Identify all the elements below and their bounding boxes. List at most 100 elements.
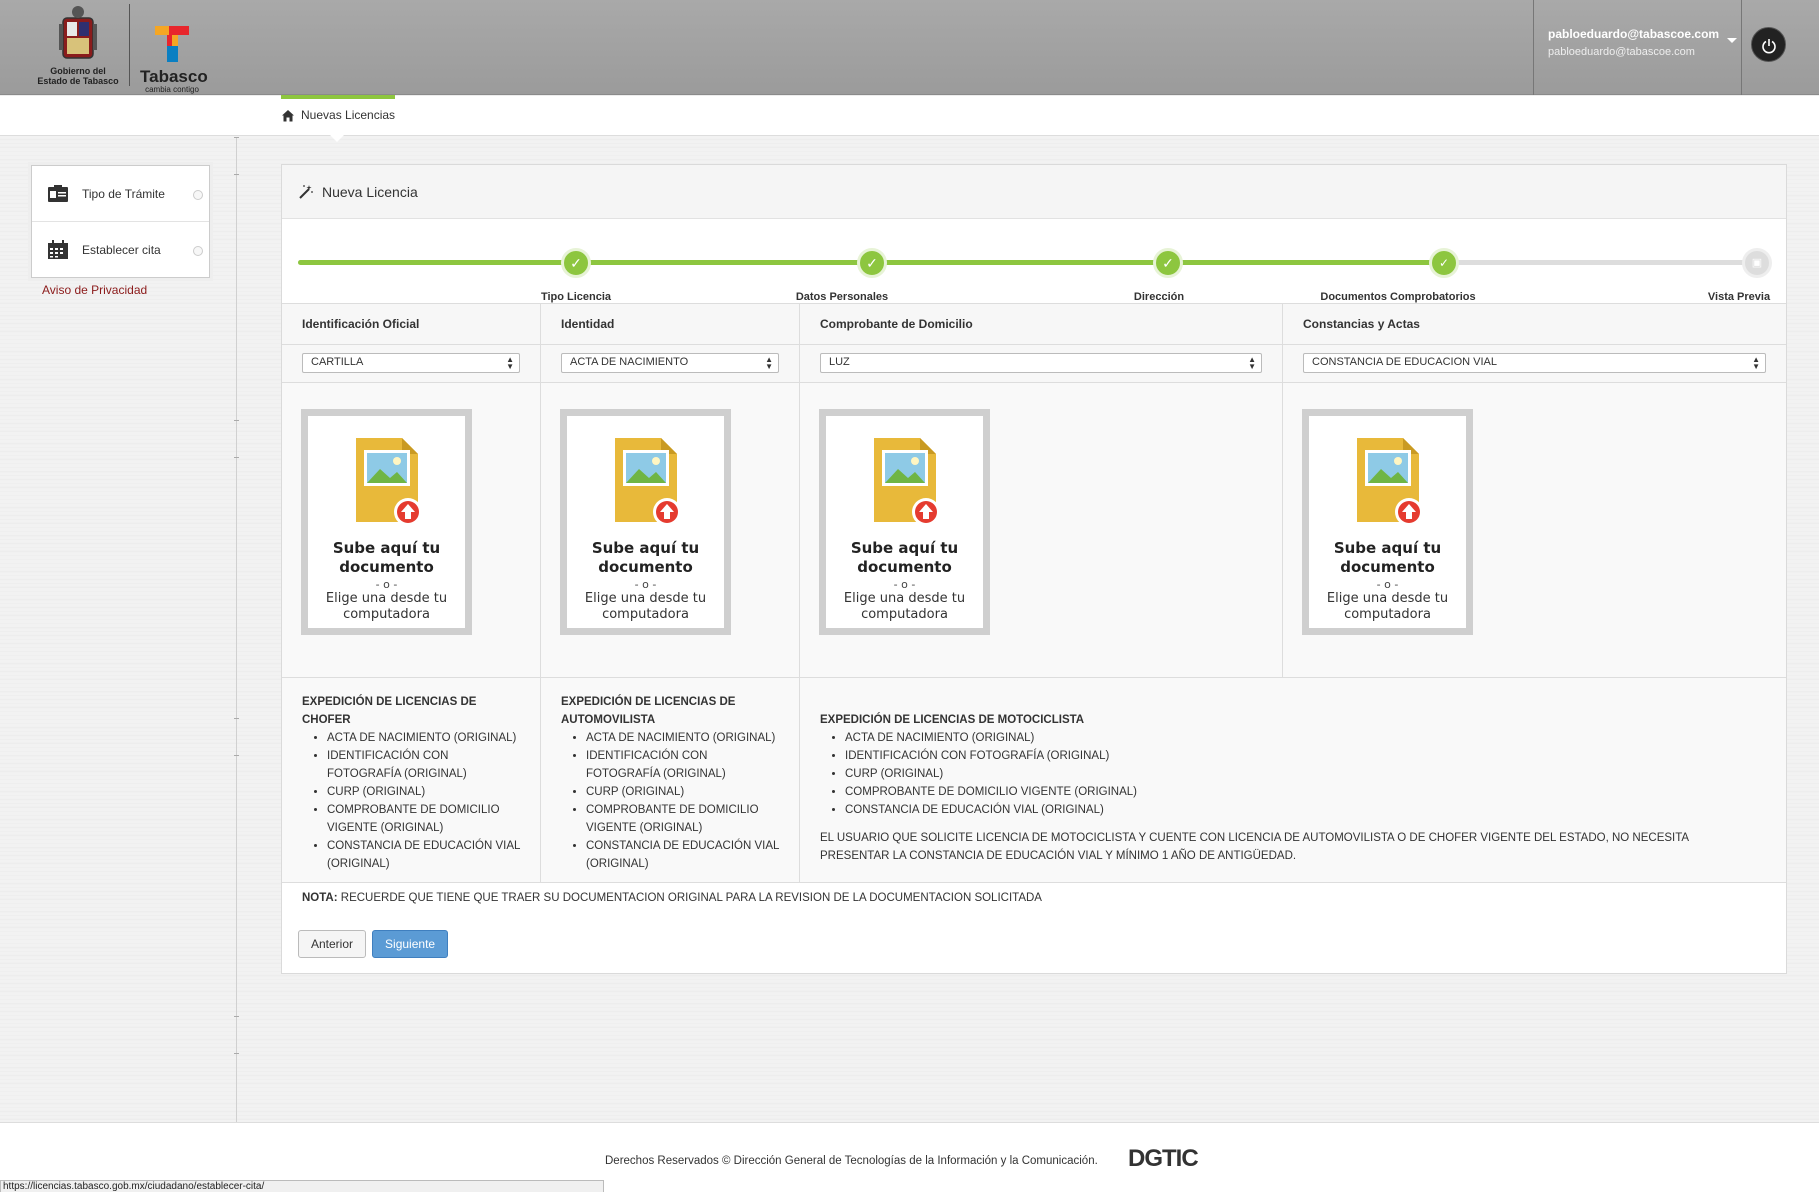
step-done-icon[interactable]: ✓ xyxy=(561,248,591,278)
step-label[interactable]: Documentos Comprobatorios xyxy=(1320,291,1475,303)
image-upload-icon xyxy=(355,438,422,526)
upload-or: - o - xyxy=(634,578,657,591)
list-item: COMPROBANTE DE DOMICILIO VIGENTE (ORIGIN… xyxy=(845,783,1766,801)
upload-dropzone[interactable]: Sube aquí tu documento - o - Elige una d… xyxy=(819,409,990,635)
select-arrows-icon: ▲ ▼ xyxy=(1248,355,1256,371)
logo-divider xyxy=(129,4,130,86)
requirements-title: EXPEDICIÓN DE LICENCIAS DE AUTOMOVILISTA xyxy=(561,696,736,726)
panel-title: Nueva Licencia xyxy=(322,183,418,200)
step-label[interactable]: Datos Personales xyxy=(796,291,888,303)
upload-dropzone[interactable]: Sube aquí tu documento - o - Elige una d… xyxy=(1302,409,1473,635)
previous-button[interactable]: Anterior xyxy=(298,930,367,958)
sidebar-menu: Tipo de Trámite Establecer cita xyxy=(31,165,210,278)
power-off-button[interactable] xyxy=(1751,27,1786,62)
id-card-icon xyxy=(48,184,68,202)
dgtic-logo: DGTIC xyxy=(1128,1145,1199,1172)
identificacion-select[interactable]: CARTILLA ▲ ▼ xyxy=(302,353,520,373)
sidebar-item-establecer-cita[interactable]: Establecer cita xyxy=(32,222,209,278)
select-cell: LUZ ▲ ▼ xyxy=(800,345,1283,382)
requirements-automovilista: EXPEDICIÓN DE LICENCIAS DE AUTOMOVILISTA… xyxy=(541,678,800,882)
upload-title: Sube aquí tu documento xyxy=(332,539,441,576)
top-header: Gobierno del Estado de Tabasco Tabasco c… xyxy=(0,0,1819,95)
list-item: CONSTANCIA DE EDUCACIÓN VIAL (ORIGINAL) xyxy=(845,801,1766,819)
select-cell: CONSTANCIA DE EDUCACION VIAL ▲ ▼ xyxy=(1283,345,1786,382)
select-value: ACTA DE NACIMIENTO xyxy=(570,356,689,368)
requirements-title: EXPEDICIÓN DE LICENCIAS DE MOTOCICLISTA xyxy=(820,714,1085,726)
column-header: Constancias y Actas xyxy=(1283,304,1786,344)
privacy-notice-link[interactable]: Aviso de Privacidad xyxy=(42,283,147,297)
list-item: CONSTANCIA DE EDUCACIÓN VIAL (ORIGINAL) xyxy=(586,837,779,873)
list-item: ACTA DE NACIMIENTO (ORIGINAL) xyxy=(327,729,520,747)
nota-row: NOTA: RECUERDE QUE TIENE QUE TRAER SU DO… xyxy=(282,883,1786,917)
step-done-icon[interactable]: ✓ xyxy=(1153,248,1183,278)
wizard-steps: ✓ Tipo Licencia ✓ Datos Personales ✓ Dir… xyxy=(298,248,1772,303)
panel-header: Nueva Licencia xyxy=(282,165,1786,219)
upload-cell: Sube aquí tu documento - o - Elige una d… xyxy=(282,383,541,677)
step-pending-icon[interactable]: ▣ xyxy=(1742,248,1772,278)
list-item: CURP (ORIGINAL) xyxy=(586,783,779,801)
list-item: IDENTIFICACIÓN CON FOTOGRAFÍA (ORIGINAL) xyxy=(327,747,520,783)
coat-of-arms-icon xyxy=(59,6,97,59)
column-header: Comprobante de Domicilio xyxy=(800,304,1283,344)
upload-subtitle: Elige una desde tu computadora xyxy=(1326,591,1449,622)
list-item: ACTA DE NACIMIENTO (ORIGINAL) xyxy=(586,729,779,747)
requirements-chofer: EXPEDICIÓN DE LICENCIAS DE CHOFER ACTA D… xyxy=(282,678,541,882)
footer-copyright: Derechos Reservados © Dirección General … xyxy=(605,1155,1098,1167)
list-item: COMPROBANTE DE DOMICILIO VIGENTE (ORIGIN… xyxy=(586,801,779,837)
step-indicator-icon xyxy=(193,190,203,200)
wizard-buttons: Anterior Siguiente xyxy=(298,930,449,958)
gov-logo-line2: Estado de Tabasco xyxy=(37,76,119,86)
table-header-row: Identificación Oficial Identidad Comprob… xyxy=(282,304,1786,345)
image-upload-icon xyxy=(873,438,940,526)
step-label[interactable]: Dirección xyxy=(1134,291,1184,303)
upload-dropzone[interactable]: Sube aquí tu documento - o - Elige una d… xyxy=(560,409,731,635)
identidad-select[interactable]: ACTA DE NACIMIENTO ▲ ▼ xyxy=(561,353,779,373)
user-email-secondary: pabloeduardo@tabascoe.com xyxy=(1548,46,1695,58)
column-header: Identidad xyxy=(541,304,800,344)
select-cell: ACTA DE NACIMIENTO ▲ ▼ xyxy=(541,345,800,382)
documents-table: Identificación Oficial Identidad Comprob… xyxy=(282,303,1786,917)
select-arrows-icon: ▲ ▼ xyxy=(765,355,773,371)
list-item: COMPROBANTE DE DOMICILIO VIGENTE (ORIGIN… xyxy=(327,801,520,837)
select-arrows-icon: ▲ ▼ xyxy=(1752,355,1760,371)
breadcrumb-label[interactable]: Nuevas Licencias xyxy=(301,108,395,122)
requirements-row: EXPEDICIÓN DE LICENCIAS DE CHOFER ACTA D… xyxy=(282,678,1786,883)
upload-dropzone[interactable]: Sube aquí tu documento - o - Elige una d… xyxy=(301,409,472,635)
sidebar-item-tipo-tramite[interactable]: Tipo de Trámite xyxy=(32,166,209,222)
upload-or: - o - xyxy=(1376,578,1399,591)
requirements-title: EXPEDICIÓN DE LICENCIAS DE CHOFER xyxy=(302,696,477,726)
select-value: CONSTANCIA DE EDUCACION VIAL xyxy=(1312,356,1497,368)
list-item: CURP (ORIGINAL) xyxy=(327,783,520,801)
new-license-panel: Nueva Licencia ✓ Tipo Licencia ✓ Datos P… xyxy=(281,164,1787,974)
magic-wand-icon xyxy=(299,184,313,199)
user-email: pabloeduardo@tabascoe.com xyxy=(1548,27,1720,41)
step-label[interactable]: Vista Previa xyxy=(1708,291,1770,303)
constancias-select[interactable]: CONSTANCIA DE EDUCACION VIAL ▲ ▼ xyxy=(1303,353,1766,373)
gobierno-logo[interactable]: Gobierno del Estado de Tabasco xyxy=(34,4,122,90)
gov-logo-line1: Gobierno del xyxy=(50,66,106,76)
nota-label: NOTA: xyxy=(302,892,338,904)
step-label[interactable]: Tipo Licencia xyxy=(541,291,611,303)
upload-cell: Sube aquí tu documento - o - Elige una d… xyxy=(541,383,800,677)
upload-or: - o - xyxy=(375,578,398,591)
breadcrumb[interactable]: Nuevas Licencias xyxy=(281,108,395,122)
sidebar-item-label: Tipo de Trámite xyxy=(82,186,165,201)
upload-title: Sube aquí tu documento xyxy=(1333,539,1442,576)
image-upload-icon xyxy=(614,438,681,526)
breadcrumb-pointer xyxy=(330,135,344,142)
requirements-motociclista: EXPEDICIÓN DE LICENCIAS DE MOTOCICLISTA … xyxy=(800,678,1786,882)
step-current-icon[interactable]: ✓ xyxy=(1429,248,1459,278)
breadcrumb-accent xyxy=(281,95,395,99)
user-menu[interactable]: pabloeduardo@tabascoe.com pabloeduardo@t… xyxy=(1533,0,1742,95)
chevron-down-icon[interactable] xyxy=(1727,38,1737,43)
brand-name: Tabasco xyxy=(140,67,208,86)
next-button[interactable]: Siguiente xyxy=(372,930,449,958)
upload-subtitle: Elige una desde tu computadora xyxy=(325,591,448,622)
comprobante-domicilio-select[interactable]: LUZ ▲ ▼ xyxy=(820,353,1262,373)
tabasco-logo[interactable]: Tabasco cambia contigo xyxy=(140,26,208,94)
upload-cell: Sube aquí tu documento - o - Elige una d… xyxy=(800,383,1283,677)
scroll-handle xyxy=(234,718,239,756)
requirements-list: ACTA DE NACIMIENTO (ORIGINAL) IDENTIFICA… xyxy=(302,729,520,873)
document-type-row: CARTILLA ▲ ▼ ACTA DE NACIMIENTO ▲ ▼ LUZ ▲ ▼ CO… xyxy=(282,345,1786,383)
step-done-icon[interactable]: ✓ xyxy=(857,248,887,278)
